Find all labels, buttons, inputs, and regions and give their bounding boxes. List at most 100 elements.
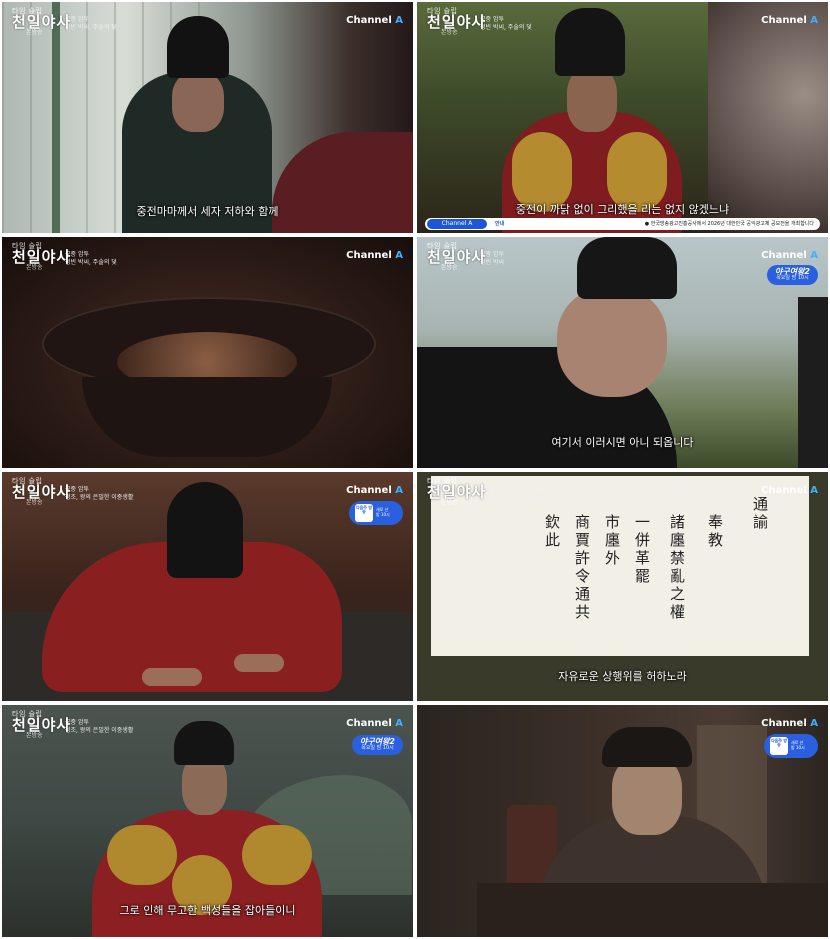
episode-title: 궁중 암투 정빈 박씨, 주술의 덫 xyxy=(65,251,117,266)
character-hat xyxy=(167,16,229,78)
channel-name: Channel xyxy=(761,15,807,26)
promo-badge[interactable]: 다음주 방송 새로 산 밤 10시 xyxy=(764,734,818,758)
hand-left xyxy=(142,668,202,686)
channel-logo: Channel A xyxy=(761,15,818,26)
channel-name: Channel xyxy=(761,250,807,261)
character-face xyxy=(567,67,617,132)
promo-badge[interactable]: 야구여왕2 목요일 밤 10시 xyxy=(351,735,403,755)
news-ticker: Channel A 안내 ● 한국방송광고진흥공사에서 2026년 대한민국 공… xyxy=(425,218,820,230)
promo-badge[interactable]: 다음주 방송 새로 산 밤 10시 xyxy=(349,501,403,525)
channel-logo: Channel A xyxy=(761,250,818,261)
channel-name: Channel xyxy=(346,250,392,261)
logo-title: 천일야사 xyxy=(12,483,72,501)
channel-mark: A xyxy=(810,485,818,496)
logo-small-text: 타임 슬립 xyxy=(12,242,43,250)
logo-title: 천일야사 xyxy=(427,248,487,266)
decree-line: 諸廛禁亂之權 xyxy=(668,514,686,622)
character-hat xyxy=(602,727,692,767)
logo-title: 천일야사 xyxy=(12,13,72,31)
logo-title: 천일야사 xyxy=(427,13,487,31)
video-frame-5: 타임 슬립 천일야사 본방송 궁중 암투 정조, 왕의 은밀한 이중생활 Cha… xyxy=(2,472,413,701)
decree-line: 通諭 xyxy=(751,496,769,532)
episode-title: 궁중 암투 정조, 왕의 은밀한 이중생활 xyxy=(65,719,134,734)
program-logo: 타임 슬립 천일야사 본방송 xyxy=(427,8,486,36)
logo-small-text: 타임 슬립 xyxy=(12,710,43,718)
character-face xyxy=(557,287,667,397)
promo-badge-logo: 다음주 방송 xyxy=(355,504,373,522)
channel-logo: Channel A xyxy=(346,485,403,496)
ticker-text: ● 한국방송광고진흥공사에서 2026년 대한민국 공익광고제 공모전을 개최합… xyxy=(644,221,814,227)
program-logo: 타임 슬립 천일야사 본방송 xyxy=(427,243,486,271)
channel-name: Channel xyxy=(346,718,392,729)
video-frame-3: 타임 슬립 천일야사 본방송 궁중 암투 정빈 박씨, 주술의 덫 Channe… xyxy=(2,237,413,468)
logo-title: 천일야사 xyxy=(12,248,72,266)
decree-line: 一併革罷 xyxy=(633,514,651,586)
logo-small-text: 타임 슬립 xyxy=(12,477,43,485)
character-hat xyxy=(167,482,243,578)
subtitle: 그로 인해 무고한 백성들을 잡아들이니 xyxy=(119,904,296,917)
ticker-channel-tag: Channel A xyxy=(427,219,487,229)
channel-name: Channel xyxy=(346,485,392,496)
channel-name: Channel xyxy=(346,15,392,26)
video-frame-4: 타임 슬립 천일야사 본방송 궁중 암투 정빈 박씨 Channel A 야구여… xyxy=(417,237,828,468)
logo-small-text: 타임 슬립 xyxy=(12,7,43,15)
subtitle: 중전마마께서 세자 저하와 함께 xyxy=(136,205,279,218)
video-frame-2: 타임 슬립 천일야사 본방송 궁중 암투 정빈 박씨, 주술의 덫 Channe… xyxy=(417,2,828,233)
channel-logo: Channel A xyxy=(346,718,403,729)
program-logo: 타임 슬립 천일야사 본방송 xyxy=(427,478,486,506)
promo-time: 목요일 밤 10시 xyxy=(361,745,394,752)
promo-badge[interactable]: 야구여왕2 목요일 밤 10시 xyxy=(766,265,818,285)
program-logo: 타임 슬립 천일야사 본방송 xyxy=(12,478,71,506)
decree-line: 欽此 xyxy=(543,514,561,550)
channel-name: Channel xyxy=(761,718,807,729)
character-hat xyxy=(555,8,625,76)
episode-title: 궁중 암투 정빈 박씨, 주술의 덫 xyxy=(480,16,532,31)
channel-mark: A xyxy=(810,15,818,26)
video-frame-1: 타임 슬립 천일야사 본방송 궁중 암투 정빈 박씨, 주술의 덫 Channe… xyxy=(2,2,413,233)
decree-line: 市廛外 xyxy=(603,514,621,568)
episode-title: 궁중 암투 정빈 박씨 xyxy=(480,251,504,266)
channel-mark: A xyxy=(395,718,403,729)
ticker-label: 안내 xyxy=(495,221,505,227)
video-frame-8: Channel A 다음주 방송 새로 산 밤 10시 xyxy=(417,705,828,937)
episode-title: 궁중 암투 정빈 박씨, 주술의 덫 xyxy=(65,16,117,31)
logo-small-text: 타임 슬립 xyxy=(427,7,458,15)
decree-document: 通諭 奉教 諸廛禁亂之權 一併革罷 市廛外 商賈許令通共 欽此 xyxy=(431,476,809,656)
subtitle: 중전이 까닭 없이 그리했을 리는 없지 않겠느냐 xyxy=(515,203,730,216)
promo-badge-logo: 다음주 방송 xyxy=(770,737,788,755)
table-surface xyxy=(477,883,828,937)
channel-logo: Channel A xyxy=(761,718,818,729)
program-logo: 타임 슬립 천일야사 본방송 xyxy=(12,711,71,739)
logo-small-text: 타임 슬립 xyxy=(427,242,458,250)
subtitle: 자유로운 상행위를 허하노라 xyxy=(558,670,687,683)
channel-name: Channel xyxy=(761,485,807,496)
channel-mark: A xyxy=(395,485,403,496)
channel-logo: Channel A xyxy=(346,15,403,26)
subtitle: 여기서 이러시면 아니 되옵니다 xyxy=(551,436,694,449)
decree-line: 商賈許令通共 xyxy=(573,514,591,622)
promo-badge-text: 새로 산 밤 10시 xyxy=(791,740,805,751)
character-hat xyxy=(174,721,234,765)
logo-title: 천일야사 xyxy=(12,716,72,734)
hand-right xyxy=(234,654,284,672)
program-logo: 타임 슬립 천일야사 본방송 xyxy=(12,8,71,36)
promo-badge-text: 새로 산 밤 10시 xyxy=(376,507,390,518)
episode-title: 궁중 암투 정조, 왕의 은밀한 이중생활 xyxy=(480,486,549,501)
channel-mark: A xyxy=(810,718,818,729)
video-frame-6: 通諭 奉教 諸廛禁亂之權 一併革罷 市廛外 商賈許令通共 欽此 타임 슬립 천일… xyxy=(417,472,828,701)
character-hat xyxy=(577,237,677,299)
character-face xyxy=(172,72,224,132)
channel-logo: Channel A xyxy=(761,485,818,496)
channel-logo: Channel A xyxy=(346,250,403,261)
logo-small-text: 타임 슬립 xyxy=(427,477,458,485)
character-face xyxy=(612,755,682,835)
program-logo: 타임 슬립 천일야사 본방송 xyxy=(12,243,71,271)
video-frame-7: 타임 슬립 천일야사 본방송 궁중 암투 정조, 왕의 은밀한 이중생활 Cha… xyxy=(2,705,413,937)
channel-mark: A xyxy=(395,15,403,26)
channel-mark: A xyxy=(810,250,818,261)
channel-mark: A xyxy=(395,250,403,261)
promo-time: 목요일 밤 10시 xyxy=(776,275,809,282)
decree-line: 奉教 xyxy=(706,514,724,550)
episode-title: 궁중 암투 정조, 왕의 은밀한 이중생활 xyxy=(65,486,134,501)
logo-title: 천일야사 xyxy=(427,483,487,501)
